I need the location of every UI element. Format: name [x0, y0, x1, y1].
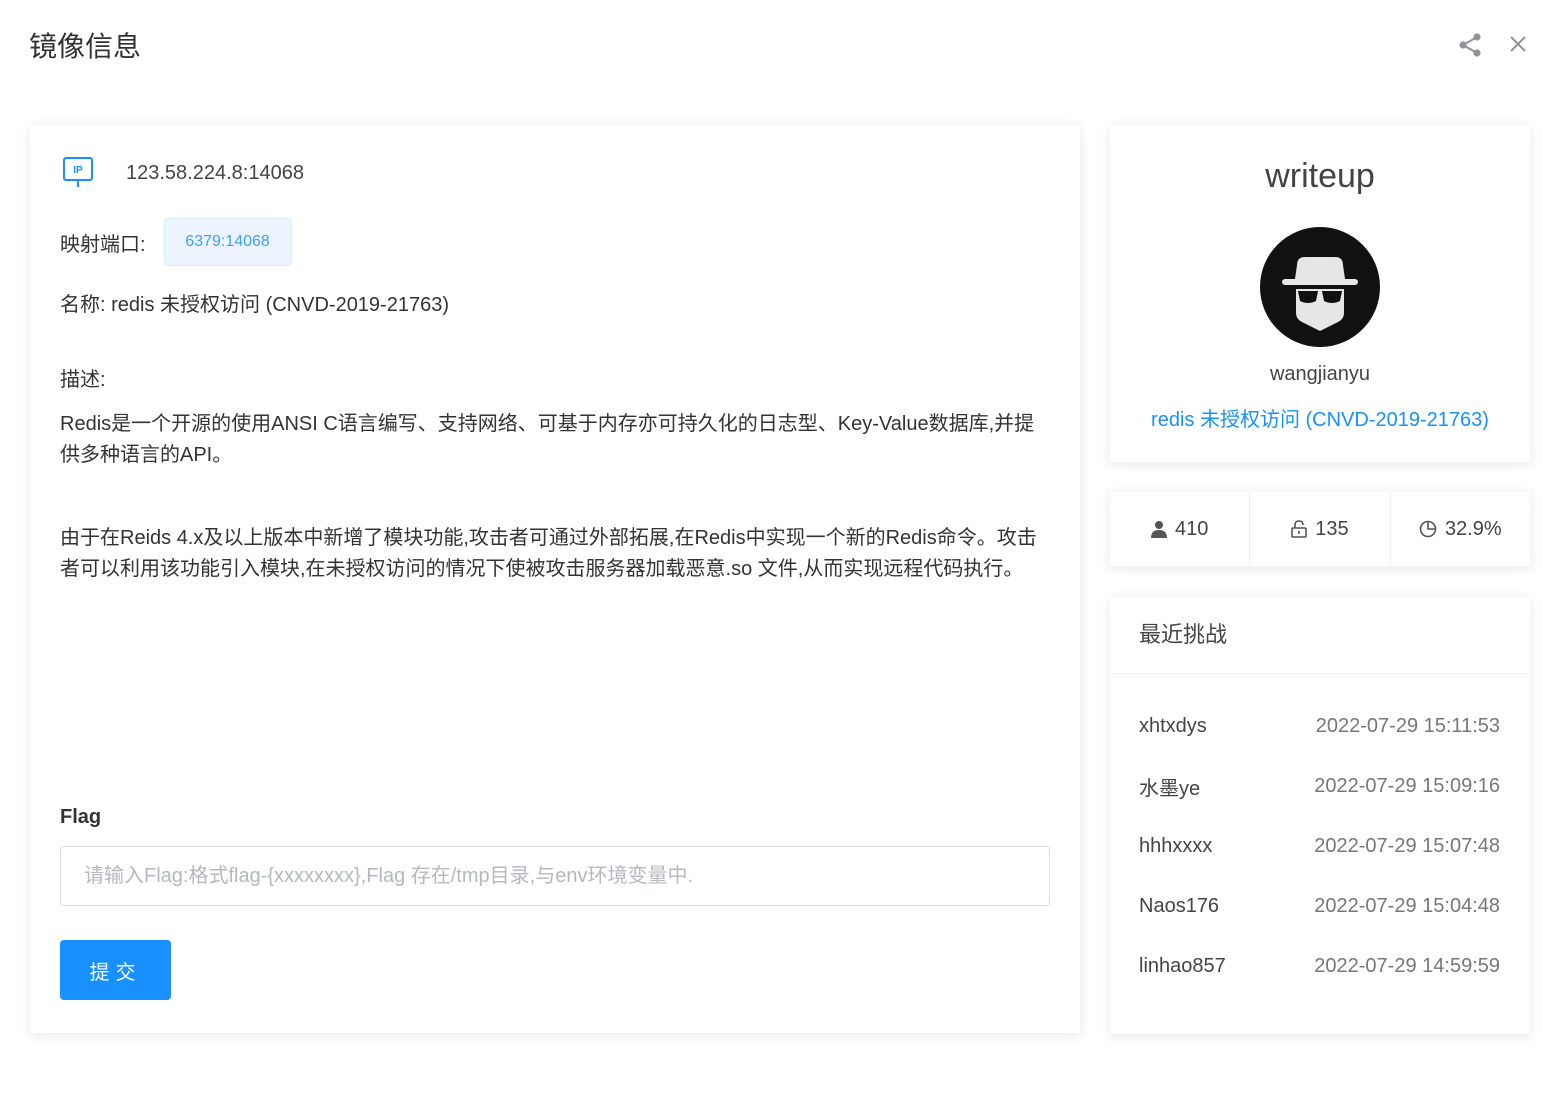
- flag-label: Flag: [60, 806, 102, 828]
- dialog-title: 镜像信息: [29, 31, 142, 62]
- svg-text:IP: IP: [73, 165, 83, 176]
- list-item: 水墨ye 2022-07-29 15:09:16: [1139, 772, 1500, 800]
- challenger-name: Naos176: [1139, 894, 1220, 917]
- share-icon[interactable]: [1456, 31, 1484, 59]
- recent-challenges-card: 最近挑战 xhtxdys 2022-07-29 15:11:53 水墨ye 20…: [1110, 597, 1530, 1034]
- stat-solved: 135: [1250, 492, 1391, 566]
- list-item: Naos176 2022-07-29 15:04:48: [1139, 892, 1500, 920]
- flag-input[interactable]: [60, 846, 1050, 906]
- challenge-time: 2022-07-29 15:11:53: [1315, 714, 1500, 737]
- avatar: [1260, 227, 1380, 347]
- description-paragraph: Redis是一个开源的使用ANSI C语言编写、支持网络、可基于内存亦可持久化的…: [60, 413, 1035, 466]
- writeup-link[interactable]: redis 未授权访问 (CNVD-2019-21763): [1110, 406, 1530, 434]
- port-row: 映射端口: 6379:14068: [60, 218, 292, 266]
- list-item: hhhxxxx 2022-07-29 15:07:48: [1139, 832, 1500, 860]
- challenger-name: 水墨ye: [1139, 777, 1201, 800]
- list-item: linhao857 2022-07-29 14:59:59: [1139, 952, 1500, 980]
- stat-solved-value: 135: [1315, 517, 1349, 540]
- challenge-time: 2022-07-29 15:09:16: [1314, 774, 1500, 797]
- ip-row: IP 123.58.224.8:14068: [60, 155, 304, 191]
- writeup-username: wangjianyu: [1269, 363, 1371, 385]
- port-label: 映射端口:: [60, 233, 146, 256]
- submit-button[interactable]: 提交: [60, 940, 171, 1000]
- challenge-time: 2022-07-29 15:04:48: [1314, 894, 1500, 917]
- description-label: 描述:: [60, 369, 106, 391]
- unlock-icon: [1291, 520, 1308, 538]
- writeup-title: writeup: [1265, 157, 1375, 195]
- challenge-time: 2022-07-29 15:07:48: [1314, 834, 1500, 857]
- writeup-card: writeup wangjianyu redis 未授权访问 (CNVD-201…: [1110, 125, 1530, 462]
- stat-users: 410: [1110, 492, 1251, 566]
- ip-icon: IP: [63, 157, 93, 187]
- pie-chart-icon: [1419, 520, 1437, 538]
- stat-rate-value: 32.9%: [1444, 517, 1502, 540]
- challenger-name: xhtxdys: [1139, 714, 1207, 737]
- close-icon[interactable]: [1506, 32, 1530, 56]
- challenger-name: linhao857: [1139, 954, 1226, 977]
- port-tag: 6379:14068: [163, 218, 292, 266]
- stats-card: 410 135 32.9%: [1110, 492, 1530, 566]
- recent-title: 最近挑战: [1110, 597, 1530, 674]
- user-icon: [1150, 521, 1167, 538]
- list-item: xhtxdys 2022-07-29 15:11:53: [1139, 712, 1500, 740]
- stat-users-value: 410: [1174, 517, 1209, 540]
- image-name: 名称: redis 未授权访问 (CNVD-2019-21763): [60, 294, 449, 316]
- challenge-time: 2022-07-29 14:59:59: [1314, 954, 1500, 977]
- image-info-card: IP 123.58.224.8:14068 映射端口: 6379:14068 名…: [30, 125, 1080, 1033]
- stat-rate: 32.9%: [1391, 492, 1530, 566]
- description-paragraph: 由于在Reids 4.x及以上版本中新增了模块功能,攻击者可通过外部拓展,在Re…: [60, 527, 1037, 580]
- challenger-name: hhhxxxx: [1139, 834, 1213, 857]
- ip-address: 123.58.224.8:14068: [126, 161, 304, 184]
- dialog-header: 镜像信息: [0, 0, 1542, 95]
